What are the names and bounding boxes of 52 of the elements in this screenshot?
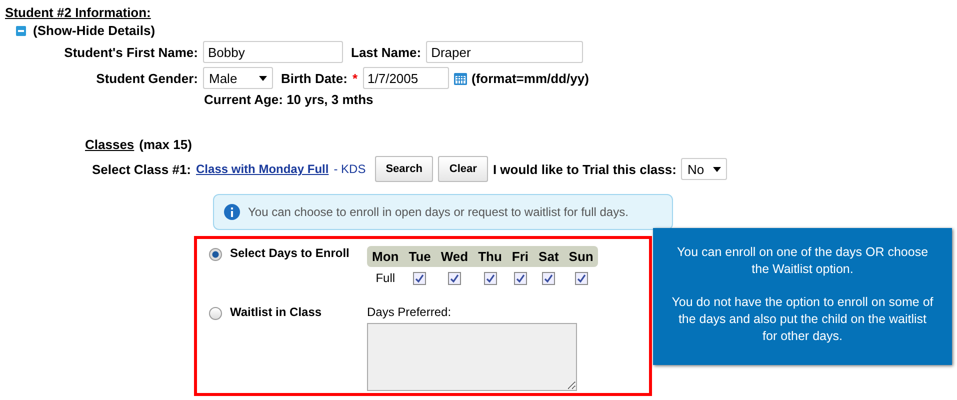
callout-text: You can enroll on one of the days OR choose the Waitlist option. — [676, 244, 930, 278]
calendar-icon[interactable] — [454, 72, 467, 84]
first-name-field[interactable]: Bobby — [203, 41, 343, 63]
day-header: Sat — [534, 246, 564, 267]
format-hint: (format=mm/dd/yy) — [472, 70, 589, 86]
day-header: Fri — [506, 246, 534, 267]
field-label: I would like to Trial this class: — [492, 162, 676, 176]
day-checkbox[interactable] — [413, 272, 426, 284]
field-label: Select Class #1: — [92, 162, 192, 176]
classes-heading: Classes — [85, 137, 134, 152]
collapse-icon[interactable] — [16, 26, 26, 36]
gender-select[interactable]: Male — [203, 67, 273, 89]
required-mark: * — [352, 70, 358, 86]
field-label: Birth Date: — [281, 70, 348, 86]
field-label: Days Preferred: — [367, 305, 452, 319]
trial-select[interactable]: No — [681, 158, 728, 180]
class-link[interactable]: Class with Monday Full — [196, 162, 329, 176]
day-checkbox[interactable] — [542, 272, 556, 284]
caret-icon — [713, 166, 722, 172]
day-header: Wed — [436, 246, 474, 267]
search-button[interactable]: Search — [374, 156, 434, 182]
waitlist-option[interactable]: Waitlist in Class — [209, 305, 367, 391]
option-label: Select Days to Enroll — [230, 246, 350, 260]
caret-icon — [259, 76, 267, 80]
day-header: Sun — [564, 246, 598, 267]
info-icon — [224, 204, 240, 220]
enroll-option[interactable]: Select Days to Enroll — [209, 246, 367, 289]
radio-button[interactable] — [209, 248, 222, 261]
day-header: Mon — [367, 246, 404, 267]
day-checkbox[interactable] — [574, 272, 588, 284]
day-checkbox[interactable] — [484, 272, 496, 284]
day-header: Tue — [404, 246, 436, 267]
radio-button[interactable] — [209, 307, 222, 320]
class-code: - KDS — [334, 162, 366, 176]
clear-button[interactable]: Clear — [438, 156, 488, 182]
section-heading: Student #2 Information: — [5, 5, 152, 20]
classes-note: (max 15) — [139, 137, 192, 152]
field-label: Last Name: — [351, 44, 422, 60]
callout-text: You do not have the option to enroll on some of the days and also put the child on the waitlist for other days. — [671, 294, 934, 345]
toggle-label[interactable]: (Show-Hide Details) — [33, 23, 156, 38]
option-label: Waitlist in Class — [230, 305, 322, 319]
day-checkbox[interactable] — [514, 272, 527, 284]
field-label: Student's First Name: — [63, 44, 198, 60]
last-name-field[interactable]: Draper — [426, 41, 584, 63]
day-header: Thu — [473, 246, 507, 267]
day-status: Full — [376, 271, 396, 285]
days-preferred-field[interactable] — [367, 323, 577, 391]
info-text: You can choose to enroll in open days or request to waitlist for full days. — [248, 205, 628, 219]
current-age: Current Age: 10 yrs, 3 mths — [204, 92, 374, 107]
birth-date-field[interactable]: 1/7/2005 — [362, 67, 449, 89]
day-checkbox[interactable] — [448, 272, 461, 284]
field-label: Student Gender: — [95, 70, 198, 86]
